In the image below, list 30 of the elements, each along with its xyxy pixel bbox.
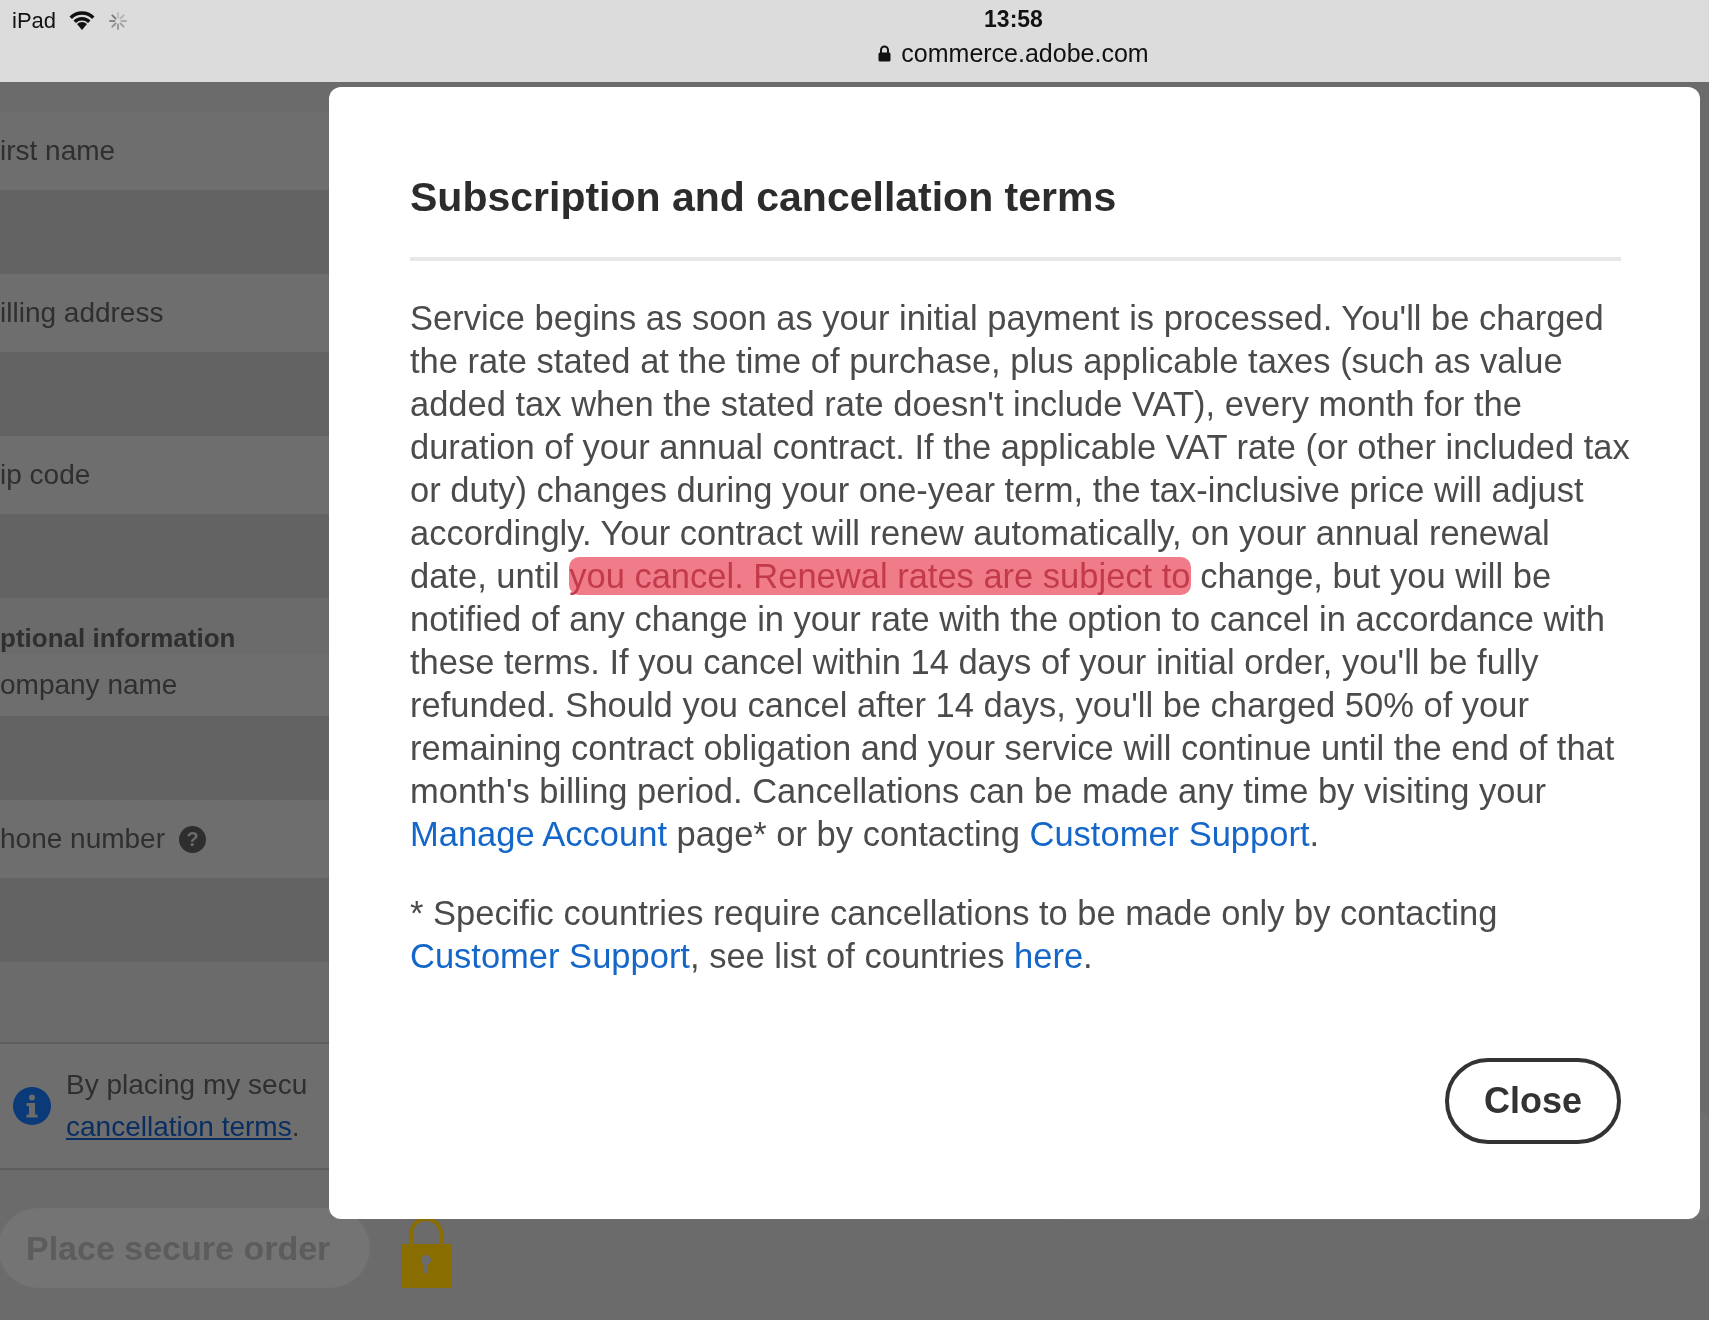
close-button[interactable]: Close xyxy=(1445,1058,1621,1144)
clock-time: 13:58 xyxy=(984,6,1043,33)
dialog-title: Subscription and cancellation terms xyxy=(410,173,1118,222)
period-text: . xyxy=(291,1111,300,1142)
field-label: hone number xyxy=(0,823,165,855)
padlock-icon xyxy=(400,1216,453,1288)
field-label: ip code xyxy=(0,459,91,491)
wifi-icon xyxy=(68,11,97,31)
highlighter-mark: you cancel. Renewal rates are subject to xyxy=(569,557,1191,595)
input-field[interactable] xyxy=(0,514,329,598)
terms-link[interactable]: Manage Account xyxy=(410,815,667,853)
notice-text: By placing my secu xyxy=(66,1068,308,1102)
lock-icon xyxy=(878,45,892,62)
input-field[interactable] xyxy=(0,716,329,800)
terms-link[interactable]: Customer Support xyxy=(1029,815,1310,853)
device-name: iPad xyxy=(12,8,57,34)
input-field[interactable] xyxy=(0,352,329,436)
field-label: irst name xyxy=(0,135,116,167)
footnote-text: * Specific countries require cancellations to be made only by contacting Customer Support, see list of countries here. xyxy=(410,893,1499,977)
page-url[interactable]: commerce.adobe.com xyxy=(901,39,1149,68)
info-icon xyxy=(12,1086,52,1126)
field-label: illing address xyxy=(0,297,164,329)
terms-link[interactable]: Customer Support xyxy=(410,937,690,975)
terms-paragraph: Service begins as soon as your initial payment is processed. You'll be charged the rate stated at the time of purchase, plus applicable taxes (such as value added tax when the stated rate doesn't include VAT), every month for the duration of your annual contract. If the applicable VAT rate (or other included tax or duty) changes during your one-year term, the tax-inclusive price will adjust accordingly. Your contract will renew automatically, on your annual renewal date, until you cancel. Renewal rates are subject to change, but you will be notified of any change in your rate with the option to cancel in accordance with these terms. If you cancel within 14 days of your initial order, you'll be fully refunded. Should you cancel after 14 days, you'll be charged 50% of your remaining contract obligation and your service will continue until the end of that month's billing period. Cancellations can be made any time by visiting your Manage Account page* or by contacting Customer Support. xyxy=(410,298,1631,855)
input-field[interactable] xyxy=(0,190,329,274)
loading-spinner-icon xyxy=(108,11,129,31)
section-heading: ptional information xyxy=(0,623,236,654)
terms-link[interactable]: here xyxy=(1014,937,1084,975)
input-field[interactable] xyxy=(0,878,329,962)
field-label: ompany name xyxy=(0,669,178,701)
